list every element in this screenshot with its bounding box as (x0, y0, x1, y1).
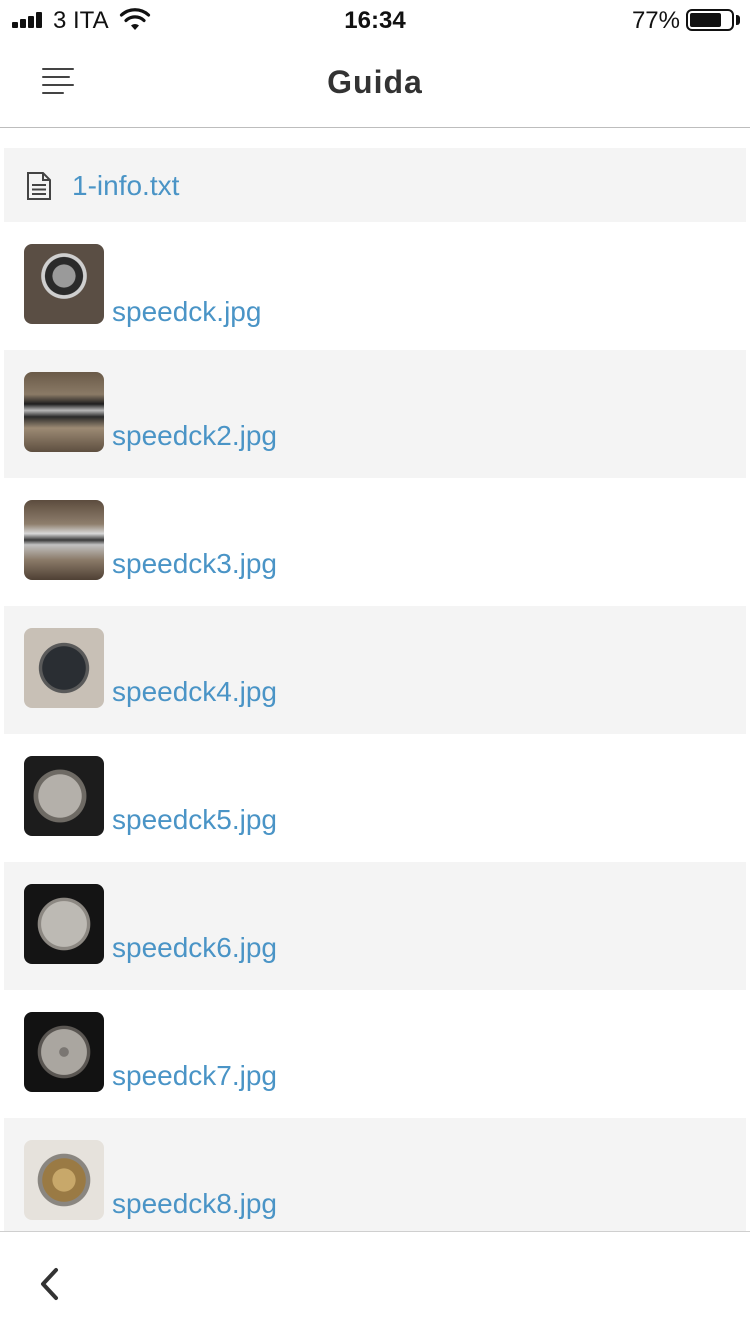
file-name[interactable]: speedck8.jpg (112, 1188, 277, 1220)
watch-movement-thumbnail[interactable] (24, 1140, 104, 1220)
battery-level-fill (690, 13, 721, 27)
list-item[interactable]: speedck4.jpg (4, 606, 746, 734)
list-item[interactable]: speedck8.jpg (4, 1118, 746, 1232)
file-list[interactable]: 1-info.txt speedck.jpg speedck2.jpg spee… (4, 148, 746, 1232)
file-name[interactable]: speedck3.jpg (112, 548, 277, 580)
file-name[interactable]: speedck6.jpg (112, 932, 277, 964)
watch-front-thumbnail[interactable] (24, 244, 104, 324)
list-item[interactable]: speedck2.jpg (4, 350, 746, 478)
file-name[interactable]: speedck2.jpg (112, 420, 277, 452)
list-item[interactable]: 1-info.txt (4, 148, 746, 222)
list-item[interactable]: speedck.jpg (4, 222, 746, 350)
watch-side-thumbnail[interactable] (24, 372, 104, 452)
file-name[interactable]: speedck5.jpg (112, 804, 277, 836)
file-name[interactable]: speedck.jpg (112, 296, 261, 328)
status-bar: 3 ITA 16:34 77% (0, 0, 750, 40)
list-item[interactable]: speedck7.jpg (4, 990, 746, 1118)
watch-movement-cover-thumbnail[interactable] (24, 1012, 104, 1092)
battery-icon (686, 9, 734, 31)
watch-dial-thumbnail[interactable] (24, 628, 104, 708)
file-name[interactable]: 1-info.txt (72, 170, 179, 202)
list-item[interactable]: speedck3.jpg (4, 478, 746, 606)
list-item[interactable]: speedck5.jpg (4, 734, 746, 862)
watch-caseback-inner-thumbnail[interactable] (24, 884, 104, 964)
list-item[interactable]: speedck6.jpg (4, 862, 746, 990)
bottom-toolbar (0, 1231, 750, 1334)
watch-caseback-thumbnail[interactable] (24, 756, 104, 836)
page-title: Guida (327, 64, 423, 100)
file-name[interactable]: speedck7.jpg (112, 1060, 277, 1092)
app-header: Guida (0, 40, 750, 128)
document-icon (27, 172, 51, 200)
battery-percentage: 77% (631, 7, 680, 34)
battery-nub (736, 15, 740, 25)
chevron-left-icon[interactable] (30, 1262, 70, 1306)
watch-crystal-thumbnail[interactable] (24, 500, 104, 580)
file-name[interactable]: speedck4.jpg (112, 676, 277, 708)
